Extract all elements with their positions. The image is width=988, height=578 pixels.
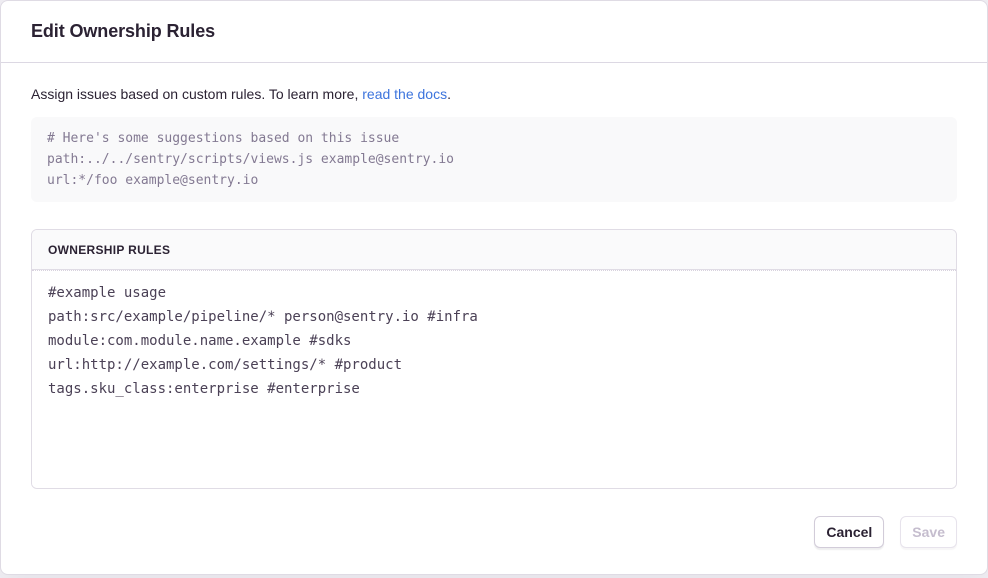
description-prefix: Assign issues based on custom rules. To …	[31, 86, 362, 102]
ownership-rules-panel-header: OWNERSHIP RULES	[32, 230, 956, 270]
dialog-body: Assign issues based on custom rules. To …	[1, 63, 987, 578]
suggestions-code-block: # Here's some suggestions based on this …	[31, 117, 957, 202]
ownership-rules-panel: OWNERSHIP RULES #example usage path:src/…	[31, 229, 957, 489]
ownership-rules-panel-title: OWNERSHIP RULES	[48, 243, 170, 257]
ownership-rules-textarea[interactable]: #example usage path:src/example/pipeline…	[32, 270, 956, 488]
description-suffix: .	[447, 86, 451, 102]
dialog-footer: Cancel Save	[31, 516, 957, 548]
dialog-header: Edit Ownership Rules	[1, 1, 987, 63]
edit-ownership-rules-dialog: Edit Ownership Rules Assign issues based…	[0, 0, 988, 575]
save-button[interactable]: Save	[900, 516, 957, 548]
dialog-title: Edit Ownership Rules	[31, 21, 215, 42]
description-text: Assign issues based on custom rules. To …	[31, 86, 957, 103]
cancel-button[interactable]: Cancel	[814, 516, 884, 548]
read-the-docs-link[interactable]: read the docs	[362, 86, 447, 102]
